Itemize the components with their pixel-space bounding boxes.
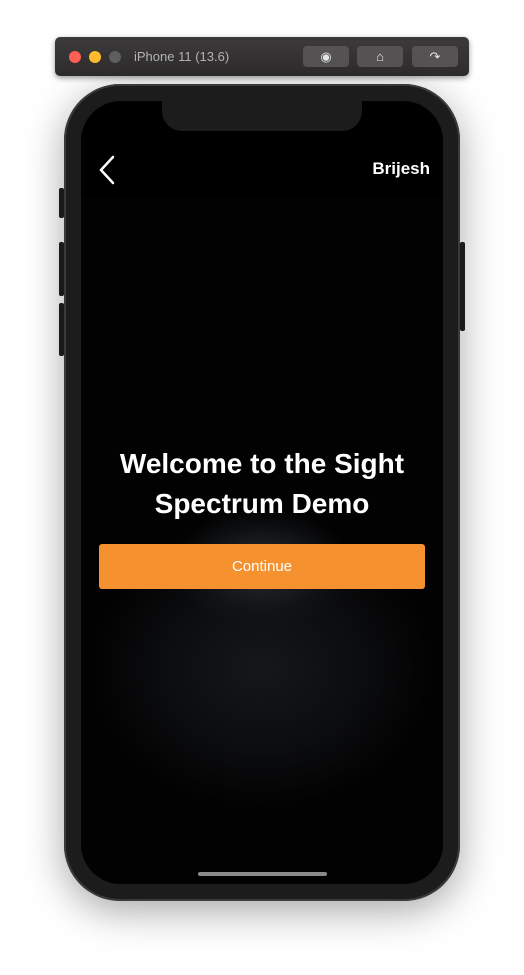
home-indicator[interactable] bbox=[198, 872, 327, 876]
close-window-button[interactable] bbox=[69, 51, 81, 63]
welcome-title: Welcome to the Sight Spectrum Demo bbox=[81, 444, 443, 524]
username-label: Brijesh bbox=[372, 159, 430, 178]
simulator-title: iPhone 11 (13.6) bbox=[134, 49, 230, 64]
home-icon: ⌂ bbox=[376, 49, 384, 64]
zoom-window-button[interactable] bbox=[109, 51, 121, 63]
rotate-button[interactable]: ↷ bbox=[412, 46, 458, 67]
continue-button[interactable]: Continue bbox=[99, 544, 425, 589]
power-button bbox=[460, 242, 465, 331]
simulator-toolbar: iPhone 11 (13.6) ◉ ⌂ ↷ bbox=[55, 37, 469, 76]
welcome-title-line2: Spectrum Demo bbox=[154, 488, 370, 519]
notch bbox=[162, 101, 362, 131]
app-screen: Brijesh Welcome to the Sight Spectrum De… bbox=[81, 101, 443, 884]
minimize-window-button[interactable] bbox=[89, 51, 101, 63]
rotate-icon: ↷ bbox=[429, 49, 441, 64]
background-image bbox=[81, 198, 443, 884]
screenshot-button[interactable]: ◉ bbox=[303, 46, 349, 67]
home-button[interactable]: ⌂ bbox=[357, 46, 403, 67]
back-chevron-icon[interactable] bbox=[98, 155, 118, 185]
welcome-title-line1: Welcome to the Sight bbox=[119, 448, 405, 479]
camera-icon: ◉ bbox=[320, 49, 332, 64]
